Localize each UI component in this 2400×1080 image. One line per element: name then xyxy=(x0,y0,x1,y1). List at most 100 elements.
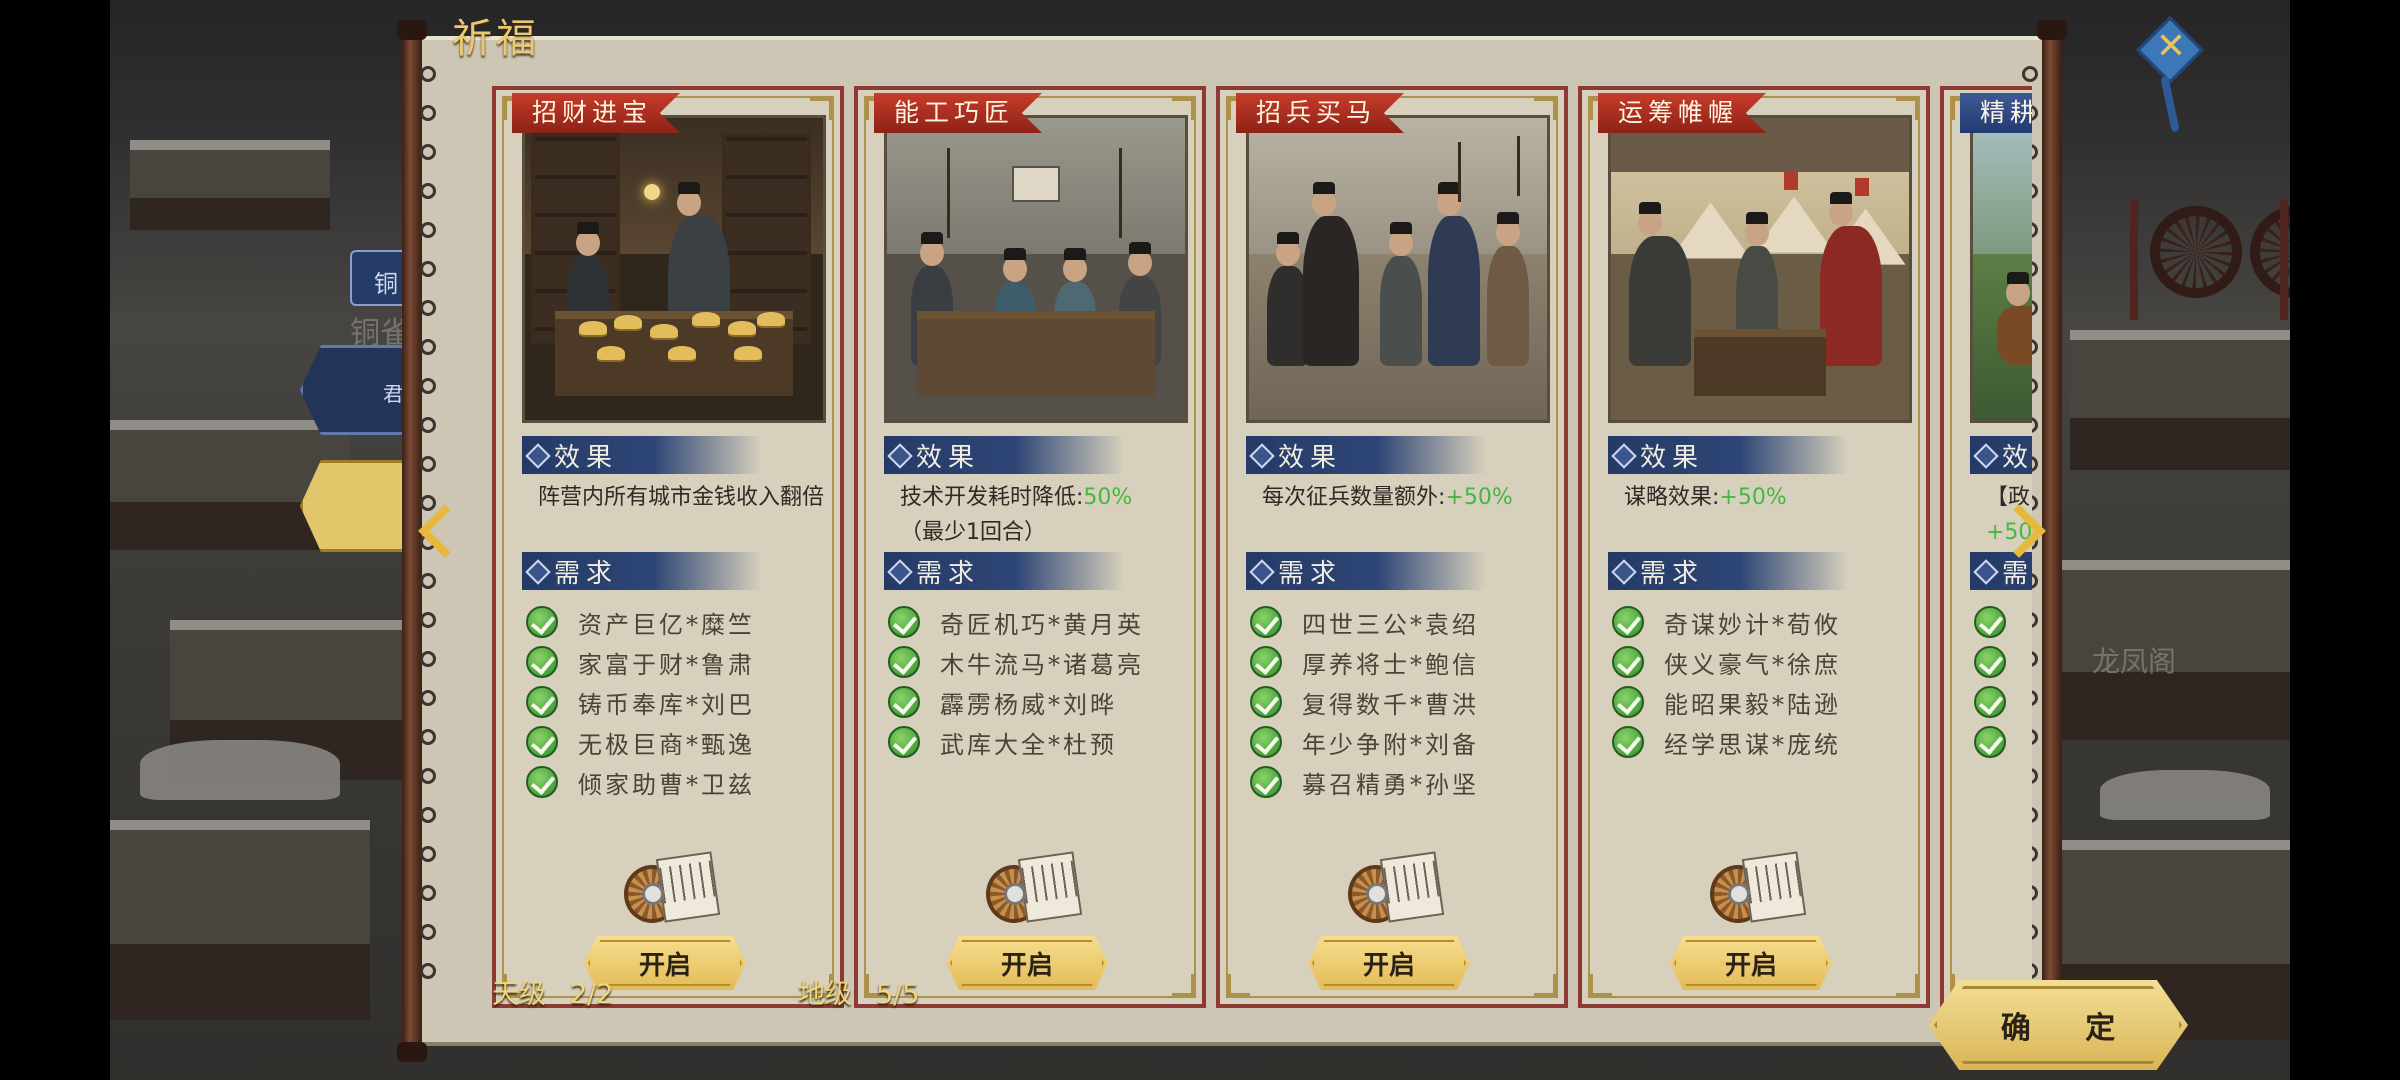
requirement-text: 厚养将士*鲍信 xyxy=(1302,650,1479,679)
scroll-right-arrow-icon[interactable] xyxy=(2008,504,2044,568)
card-carousel[interactable]: 招财进宝 效果 阵营内所有城市金钱收入翻倍 需求 资产巨亿*糜竺 家富于财*鲁肃… xyxy=(472,86,2032,1008)
card-illustration-workshop xyxy=(884,115,1188,423)
blessing-card: 能工巧匠 效果 技术开发耗时降低:50% （最少1回合） 需求 奇匠机巧*黄月英 … xyxy=(854,86,1206,1008)
binding-hook xyxy=(420,378,436,394)
requirement-text: 经学思谋*庞统 xyxy=(1664,730,1841,759)
binding-hook xyxy=(420,885,436,901)
requirement-item xyxy=(1974,682,2032,722)
effect-description: 谋略效果:+50% xyxy=(1624,480,1920,515)
binding-hook xyxy=(420,417,436,433)
binding-hook xyxy=(420,768,436,784)
requirements-heading-label: 需求 xyxy=(916,558,981,589)
scroll-item-icon xyxy=(1702,845,1810,935)
confirm-button-label: 确 定 xyxy=(2000,1011,2138,1046)
requirement-text: 侠义豪气*徐庶 xyxy=(1664,650,1841,679)
check-icon xyxy=(1974,646,2006,678)
check-icon xyxy=(526,646,558,678)
binding-hook xyxy=(420,66,436,82)
earth-tier-counter: 地级 5/5 xyxy=(798,972,919,1011)
effect-heading-label: 效 xyxy=(2002,442,2032,473)
check-icon xyxy=(526,766,558,798)
requirements-heading-label: 需求 xyxy=(1640,558,1705,589)
requirement-item: 年少争附*刘备 xyxy=(1250,722,1560,762)
check-icon xyxy=(1974,686,2006,718)
requirement-text: 无极巨商*甄逸 xyxy=(578,730,755,759)
requirement-item: 能昭果毅*陆逊 xyxy=(1612,682,1922,722)
requirement-item: 霹雳杨威*刘晔 xyxy=(888,682,1198,722)
check-icon xyxy=(1250,726,1282,758)
requirement-text: 复得数千*曹洪 xyxy=(1302,690,1479,719)
requirements-heading-label: 需求 xyxy=(1278,558,1343,589)
binding-hook xyxy=(420,456,436,472)
check-icon xyxy=(526,686,558,718)
card-illustration-treasury xyxy=(522,115,826,423)
requirement-text: 倾家助曹*卫兹 xyxy=(578,770,755,799)
requirements-list: 资产巨亿*糜竺 家富于财*鲁肃 铸币奉库*刘巴 无极巨商*甄逸 倾家助曹*卫兹 xyxy=(526,602,836,802)
card-title-ribbon: 精耕 xyxy=(1960,93,2032,133)
binding-hook xyxy=(420,222,436,238)
diamond-icon xyxy=(890,443,906,467)
requirement-item: 资产巨亿*糜竺 xyxy=(526,602,836,642)
effect-text: 每次征兵数量额外: xyxy=(1262,485,1446,510)
requirement-text: 霹雳杨威*刘晔 xyxy=(940,690,1117,719)
requirement-item: 家富于财*鲁肃 xyxy=(526,642,836,682)
dialog-title: 祈福 xyxy=(452,16,540,62)
requirement-item: 奇匠机巧*黄月英 xyxy=(888,602,1198,642)
open-button-label: 开启 xyxy=(1724,949,1777,980)
requirement-item: 募召精勇*孙坚 xyxy=(1250,762,1560,802)
card-illustration-recruitment xyxy=(1246,115,1550,423)
open-button[interactable]: 开启 xyxy=(1308,936,1470,990)
scroll-item-icon xyxy=(978,845,1086,935)
requirement-item xyxy=(1974,602,2032,642)
effect-value: +50% xyxy=(1719,485,1787,510)
effect-heading-label: 效果 xyxy=(916,442,981,473)
open-button[interactable]: 开启 xyxy=(946,936,1108,990)
requirement-item: 复得数千*曹洪 xyxy=(1250,682,1560,722)
requirement-text: 年少争附*刘备 xyxy=(1302,730,1479,759)
requirement-text: 家富于财*鲁肃 xyxy=(578,650,755,679)
requirements-heading: 需求 xyxy=(884,552,1124,590)
effect-heading-label: 效果 xyxy=(554,442,619,473)
effect-value: +50% xyxy=(1445,485,1513,510)
binding-hook xyxy=(420,846,436,862)
card-title-ribbon: 招财进宝 xyxy=(512,93,681,133)
effect-description: 技术开发耗时降低:50% （最少1回合） xyxy=(900,480,1196,550)
check-icon xyxy=(888,606,920,638)
effect-description: 每次征兵数量额外:+50% xyxy=(1262,480,1558,515)
effect-heading: 效果 xyxy=(884,436,1124,474)
requirement-item: 侠义豪气*徐庶 xyxy=(1612,642,1922,682)
requirements-heading-label: 需求 xyxy=(554,558,619,589)
blessing-card: 招兵买马 效果 每次征兵数量额外:+50% 需求 四世三公*袁绍 厚养将士*鲍信… xyxy=(1216,86,1568,1008)
requirement-item: 厚养将士*鲍信 xyxy=(1250,642,1560,682)
check-icon xyxy=(526,726,558,758)
heaven-tier-label: 天级 xyxy=(492,979,546,1010)
requirement-text: 铸币奉库*刘巴 xyxy=(578,690,755,719)
requirement-item: 铸币奉库*刘巴 xyxy=(526,682,836,722)
scroll-left-arrow-icon[interactable] xyxy=(410,504,446,568)
binding-hook xyxy=(420,339,436,355)
effect-heading: 效果 xyxy=(1246,436,1486,474)
binding-hook xyxy=(420,105,436,121)
requirements-heading: 需求 xyxy=(1246,552,1486,590)
confirm-button[interactable]: 确 定 xyxy=(1928,980,2188,1070)
check-icon xyxy=(1974,726,2006,758)
binding-hook xyxy=(420,651,436,667)
card-title-ribbon: 运筹帷幄 xyxy=(1598,93,1767,133)
requirements-heading: 需求 xyxy=(1608,552,1848,590)
binding-hook xyxy=(420,729,436,745)
requirement-text: 奇谋妙计*荀攸 xyxy=(1664,610,1841,639)
binding-hook xyxy=(420,300,436,316)
effect-value: 50% xyxy=(1083,485,1133,510)
letterbox-right xyxy=(2290,0,2400,1080)
blessing-card: 招财进宝 效果 阵营内所有城市金钱收入翻倍 需求 资产巨亿*糜竺 家富于财*鲁肃… xyxy=(492,86,844,1008)
requirement-text: 奇匠机巧*黄月英 xyxy=(940,610,1144,639)
requirement-text: 资产巨亿*糜竺 xyxy=(578,610,755,639)
earth-tier-value: 5/5 xyxy=(876,979,920,1010)
requirement-text: 募召精勇*孙坚 xyxy=(1302,770,1479,799)
check-icon xyxy=(1612,606,1644,638)
close-kite-icon[interactable]: ✕ xyxy=(2136,8,2204,133)
scroll-item-icon xyxy=(1340,845,1448,935)
binding-hook xyxy=(420,144,436,160)
effect-heading: 效果 xyxy=(522,436,762,474)
open-button[interactable]: 开启 xyxy=(1670,936,1832,990)
